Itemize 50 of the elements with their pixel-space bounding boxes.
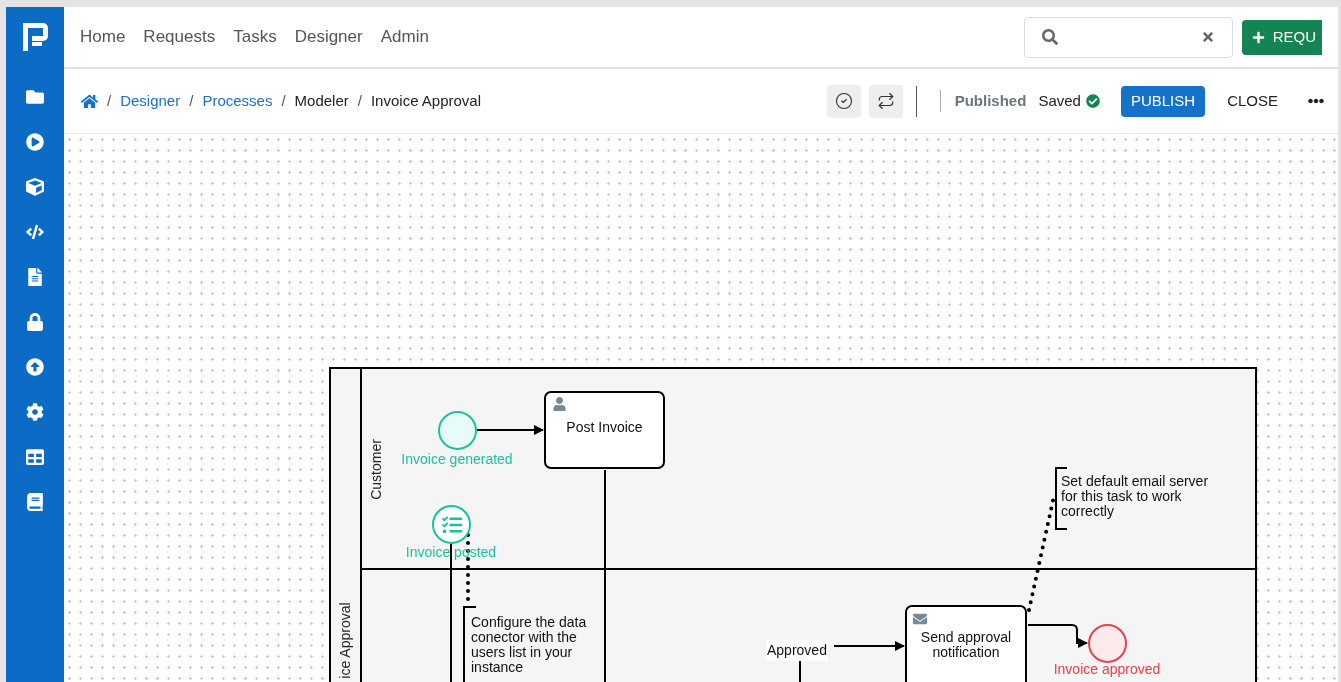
annotation-text: Set default email server for this task to work correctly [1061, 474, 1210, 519]
breadcrumb-separator: / [281, 90, 286, 111]
cube-icon[interactable] [26, 177, 44, 196]
play-icon[interactable] [26, 132, 44, 151]
task-label: Send approval notification [919, 629, 1013, 660]
nav-link[interactable]: Home [80, 24, 126, 50]
event-label: Invoice approved [1052, 662, 1162, 677]
status-label: Published [954, 90, 1027, 111]
checklist-icon [441, 514, 462, 535]
search-field[interactable] [1023, 16, 1233, 58]
nav-link[interactable]: Admin [380, 24, 429, 50]
validate-button[interactable] [826, 84, 861, 118]
sync-button[interactable] [868, 84, 903, 118]
close-icon[interactable] [1200, 30, 1215, 44]
annotation-text: Configure the data conector with the users list in your instance [471, 615, 588, 675]
close-button[interactable]: CLOSE [1217, 85, 1288, 117]
home-icon[interactable] [81, 92, 98, 110]
task-label: Post Invoice [565, 419, 644, 435]
document-icon[interactable] [26, 267, 44, 286]
breadcrumb-separator: / [107, 90, 112, 111]
flow-label: Approved [766, 640, 828, 661]
logo[interactable] [20, 21, 50, 53]
event-label: Invoice posted [404, 545, 498, 560]
saved-label: Saved [1038, 90, 1081, 111]
breadcrumb-separator: / [189, 90, 194, 111]
event-label: Invoice generated [400, 452, 514, 467]
book-icon[interactable] [26, 492, 44, 511]
breadcrumb-label: Modeler [294, 90, 349, 111]
lock-icon[interactable] [26, 312, 44, 331]
nav-link[interactable]: Designer [294, 24, 363, 50]
pool-label: ice Approval [336, 601, 354, 681]
folder-icon[interactable] [26, 87, 44, 106]
search-icon [1041, 29, 1058, 45]
nav-link[interactable]: Tasks [233, 24, 277, 50]
nav-link[interactable]: Requests [143, 24, 216, 50]
breadcrumb-label: Invoice Approval [370, 90, 482, 111]
code-icon[interactable] [26, 222, 44, 241]
breadcrumb-separator: / [357, 90, 362, 111]
check-icon [834, 92, 853, 110]
breadcrumb-link[interactable]: Designer [120, 89, 181, 113]
new-request-button[interactable]: REQU [1241, 19, 1322, 55]
settings-icon[interactable] [26, 402, 44, 421]
plus-icon [1251, 30, 1265, 44]
envelope-icon [912, 612, 928, 626]
user-icon [553, 397, 566, 411]
breadcrumb-link[interactable]: Processes [202, 89, 273, 113]
repeat-icon [876, 92, 895, 110]
lane-label: Customer [366, 438, 385, 502]
publish-button[interactable]: PUBLISH [1120, 85, 1206, 117]
table-icon[interactable] [26, 447, 44, 466]
